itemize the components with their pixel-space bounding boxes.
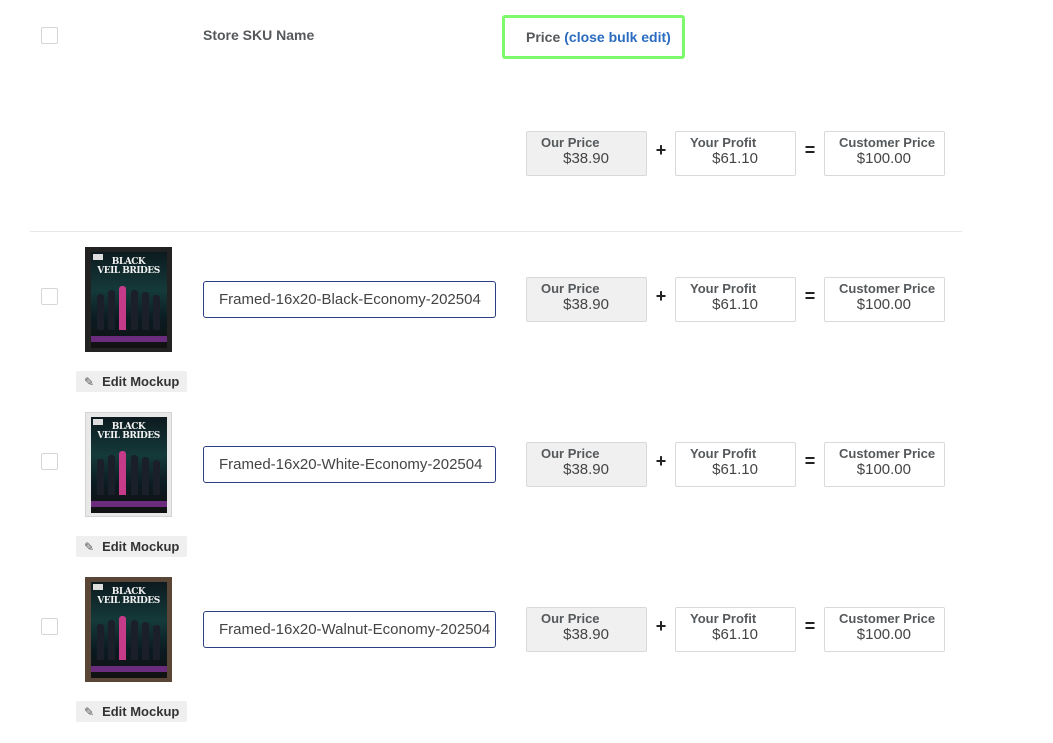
- customer-price-label: Customer Price: [839, 281, 936, 296]
- edit-mockup-button[interactable]: ✎ Edit Mockup: [76, 536, 187, 557]
- our-price-label: Our Price: [541, 446, 600, 461]
- plus-sign: +: [655, 616, 667, 636]
- pencil-icon: ✎: [84, 704, 95, 719]
- customer-price-input[interactable]: Customer Price $100.00: [824, 277, 945, 322]
- bulk-our-price-box: Our Price $38.90: [526, 131, 647, 176]
- profit-input[interactable]: Your Profit $61.10: [675, 607, 796, 652]
- bulk-price-edit-panel: Store SKU Name Price (close bulk edit) O…: [0, 0, 1053, 743]
- our-price-box: Our Price $38.90: [526, 607, 647, 652]
- poster-title: BLACK VEIL BRIDES: [97, 586, 160, 606]
- customer-price-label: Customer Price: [839, 135, 936, 150]
- bulk-profit-input[interactable]: Your Profit $61.10: [675, 131, 796, 176]
- plus-sign: +: [655, 451, 667, 471]
- customer-price-value: $100.00: [856, 626, 911, 643]
- price-column-header: Price (close bulk edit): [502, 15, 685, 59]
- poster-title: BLACK VEIL BRIDES: [97, 421, 160, 441]
- equals-sign: =: [804, 140, 816, 160]
- sku-name-input[interactable]: Framed-16x20-Walnut-Economy-202504: [203, 611, 496, 648]
- our-price-box: Our Price $38.90: [526, 277, 647, 322]
- our-price-label: Our Price: [541, 611, 600, 626]
- our-price-value: $38.90: [563, 461, 609, 478]
- customer-price-input[interactable]: Customer Price $100.00: [824, 607, 945, 652]
- product-mockup-thumbnail: BLACK VEIL BRIDES: [85, 577, 172, 682]
- price-header-label: Price: [526, 29, 561, 45]
- profit-input[interactable]: Your Profit $61.10: [675, 442, 796, 487]
- profit-value: $61.10: [712, 150, 758, 167]
- our-price-value: $38.90: [563, 626, 609, 643]
- customer-price-value: $100.00: [856, 150, 911, 167]
- edit-mockup-label: Edit Mockup: [102, 704, 180, 719]
- equals-sign: =: [804, 616, 816, 636]
- our-price-label: Our Price: [541, 281, 600, 296]
- bulk-customer-price-input[interactable]: Customer Price $100.00: [824, 131, 945, 176]
- product-mockup-thumbnail: BLACK VEIL BRIDES: [85, 412, 172, 517]
- row-checkbox[interactable]: [41, 453, 58, 470]
- profit-value: $61.10: [712, 461, 758, 478]
- product-mockup-thumbnail: BLACK VEIL BRIDES: [85, 247, 172, 352]
- profit-value: $61.10: [712, 626, 758, 643]
- profit-label: Your Profit: [690, 135, 757, 150]
- header-divider: [30, 231, 962, 232]
- equals-sign: =: [804, 451, 816, 471]
- profit-label: Your Profit: [690, 611, 757, 626]
- poster-image: BLACK VEIL BRIDES: [90, 251, 167, 348]
- our-price-box: Our Price $38.90: [526, 442, 647, 487]
- plus-sign: +: [655, 286, 667, 306]
- select-all-checkbox[interactable]: [41, 27, 58, 44]
- our-price-label: Our Price: [541, 135, 600, 150]
- our-price-value: $38.90: [563, 150, 609, 167]
- profit-input[interactable]: Your Profit $61.10: [675, 277, 796, 322]
- poster-title: BLACK VEIL BRIDES: [97, 256, 160, 276]
- sku-name-input[interactable]: Framed-16x20-Black-Economy-202504: [203, 281, 496, 318]
- pencil-icon: ✎: [84, 539, 95, 554]
- sku-column-header: Store SKU Name: [203, 27, 315, 43]
- profit-value: $61.10: [712, 296, 758, 313]
- customer-price-input[interactable]: Customer Price $100.00: [824, 442, 945, 487]
- pencil-icon: ✎: [84, 374, 95, 389]
- profit-label: Your Profit: [690, 281, 757, 296]
- plus-sign: +: [655, 140, 667, 160]
- edit-mockup-label: Edit Mockup: [102, 539, 180, 554]
- equals-sign: =: [804, 286, 816, 306]
- edit-mockup-button[interactable]: ✎ Edit Mockup: [76, 371, 187, 392]
- poster-image: BLACK VEIL BRIDES: [90, 581, 167, 678]
- our-price-value: $38.90: [563, 296, 609, 313]
- customer-price-value: $100.00: [856, 461, 911, 478]
- profit-label: Your Profit: [690, 446, 757, 461]
- customer-price-label: Customer Price: [839, 446, 936, 461]
- sku-name-input[interactable]: Framed-16x20-White-Economy-202504: [203, 446, 496, 483]
- customer-price-label: Customer Price: [839, 611, 936, 626]
- poster-image: BLACK VEIL BRIDES: [90, 416, 167, 513]
- row-checkbox[interactable]: [41, 288, 58, 305]
- row-checkbox[interactable]: [41, 618, 58, 635]
- customer-price-value: $100.00: [856, 296, 911, 313]
- edit-mockup-label: Edit Mockup: [102, 374, 180, 389]
- close-bulk-edit-link[interactable]: (close bulk edit): [564, 29, 671, 45]
- edit-mockup-button[interactable]: ✎ Edit Mockup: [76, 701, 187, 722]
